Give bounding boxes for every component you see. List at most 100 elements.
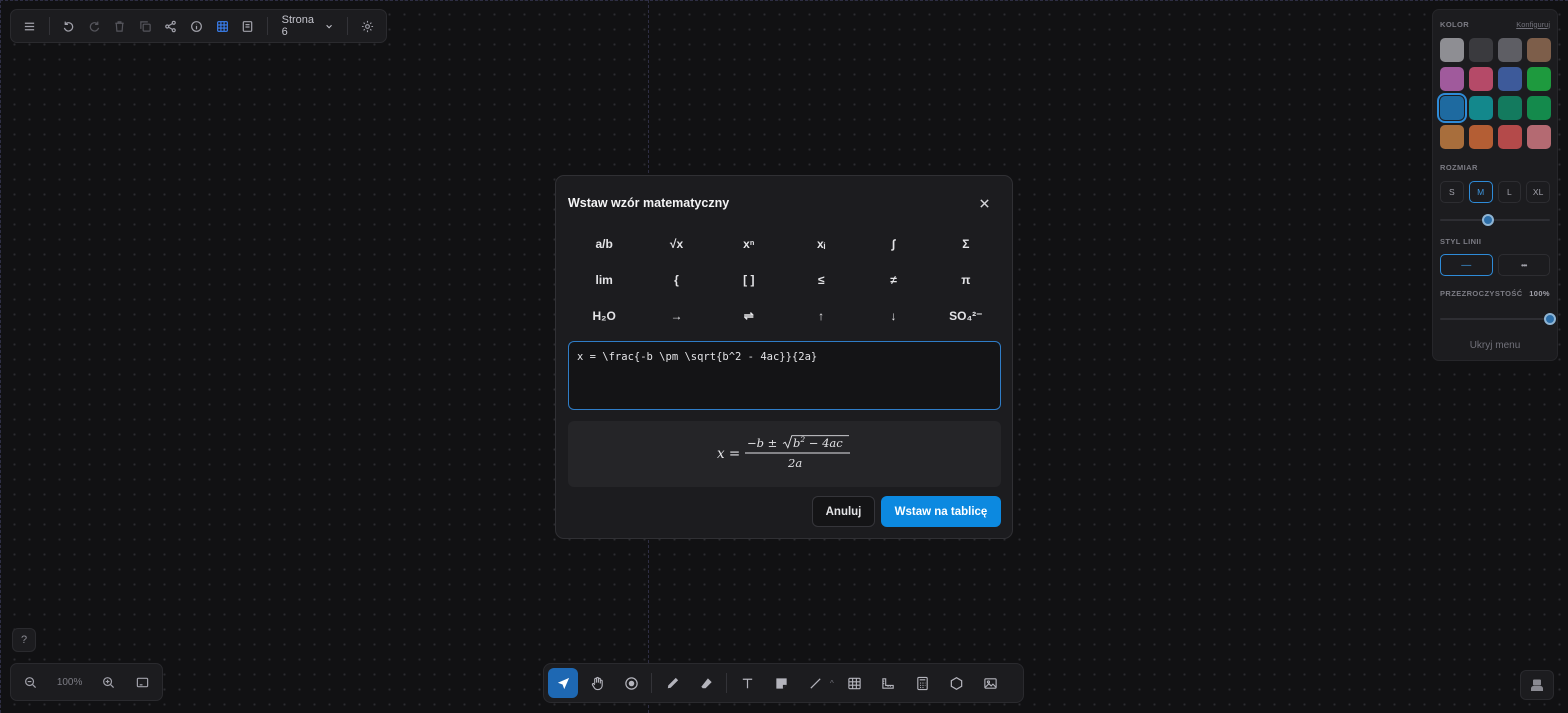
color-swatch[interactable] bbox=[1440, 67, 1464, 91]
symbol-button[interactable]: Σ bbox=[930, 226, 1002, 262]
line-style-solid-label: — bbox=[1461, 259, 1472, 271]
symbol-button[interactable]: ≤ bbox=[785, 262, 857, 298]
collaborators-avatar[interactable] bbox=[1520, 670, 1554, 700]
symbol-button[interactable]: ∫ bbox=[857, 226, 929, 262]
color-swatch[interactable] bbox=[1469, 67, 1493, 91]
color-swatch[interactable] bbox=[1437, 93, 1467, 123]
color-swatch[interactable] bbox=[1440, 38, 1464, 62]
insert-button[interactable]: Wstaw na tablicę bbox=[881, 496, 1001, 527]
dialog-title: Wstaw wzór matematyczny bbox=[568, 196, 730, 210]
sticky-note-icon[interactable] bbox=[766, 668, 796, 698]
close-icon[interactable] bbox=[974, 193, 994, 213]
symbol-button[interactable]: H₂O bbox=[568, 298, 640, 334]
opacity-slider-thumb[interactable] bbox=[1544, 313, 1556, 325]
formula-numerator-left: −b ± bbox=[747, 436, 777, 450]
size-option-l[interactable]: L bbox=[1497, 181, 1522, 203]
symbol-button[interactable]: → bbox=[640, 298, 712, 334]
latex-input[interactable] bbox=[568, 341, 1001, 410]
toolbar-divider bbox=[266, 17, 268, 35]
hide-menu-button[interactable]: Ukryj menu bbox=[1440, 340, 1550, 351]
menu-icon[interactable] bbox=[17, 12, 43, 40]
size-slider-thumb[interactable] bbox=[1482, 214, 1495, 226]
color-swatch[interactable] bbox=[1498, 96, 1522, 120]
symbol-button[interactable]: xⁿ bbox=[713, 226, 785, 262]
image-tool-icon[interactable] bbox=[976, 668, 1006, 698]
formula-lhs: x = bbox=[717, 446, 740, 462]
symbol-button[interactable]: a/b bbox=[568, 226, 640, 262]
radicand-base: b bbox=[793, 436, 800, 450]
laser-tool-icon[interactable] bbox=[616, 668, 646, 698]
page-select[interactable]: Strona 6 bbox=[274, 14, 342, 38]
color-swatch[interactable] bbox=[1469, 38, 1493, 62]
symbol-button[interactable]: ⇌ bbox=[713, 298, 785, 334]
size-option-xl[interactable]: XL bbox=[1526, 181, 1550, 203]
zoom-out-icon[interactable] bbox=[17, 668, 45, 696]
toolbar-divider bbox=[347, 17, 349, 35]
color-swatch[interactable] bbox=[1527, 67, 1551, 91]
duplicate-icon[interactable] bbox=[132, 12, 158, 40]
size-options: S M L XL bbox=[1440, 181, 1550, 203]
settings-gear-icon[interactable] bbox=[354, 12, 380, 40]
color-swatches bbox=[1437, 38, 1551, 149]
undo-icon[interactable] bbox=[56, 12, 82, 40]
table-tool-icon[interactable] bbox=[840, 668, 870, 698]
symbol-button[interactable]: ↓ bbox=[857, 298, 929, 334]
size-option-m[interactable]: M bbox=[1468, 181, 1493, 203]
color-swatch[interactable] bbox=[1498, 67, 1522, 91]
symbol-button[interactable]: ≠ bbox=[857, 262, 929, 298]
configure-link[interactable]: Konfiguruj bbox=[1516, 20, 1550, 29]
color-swatch[interactable] bbox=[1469, 96, 1493, 120]
chevron-down-icon bbox=[326, 24, 333, 28]
symbol-button[interactable]: [ ] bbox=[713, 262, 785, 298]
zoom-bar: 100% bbox=[10, 663, 163, 701]
toolbar-divider bbox=[726, 673, 727, 693]
formula-preview: x = −b ± b2 − 4ac 2a bbox=[568, 421, 1001, 487]
redo-icon[interactable] bbox=[81, 12, 107, 40]
math-formula-dialog: Wstaw wzór matematyczny a/b √x xⁿ xᵢ ∫ Σlim{[… bbox=[555, 175, 1013, 539]
shape-tool-icon[interactable] bbox=[942, 668, 972, 698]
chevron-up-icon[interactable]: ^ bbox=[830, 679, 834, 688]
line-style-dotted-button[interactable]: ••• bbox=[1497, 254, 1550, 276]
color-swatch[interactable] bbox=[1440, 125, 1464, 149]
cancel-button[interactable]: Anuluj bbox=[812, 496, 875, 527]
zoom-in-icon[interactable] bbox=[94, 668, 122, 696]
color-swatch[interactable] bbox=[1527, 38, 1551, 62]
symbol-button[interactable]: √x bbox=[640, 226, 712, 262]
symbol-button[interactable]: ↑ bbox=[785, 298, 857, 334]
text-tool-icon[interactable] bbox=[732, 668, 762, 698]
help-button[interactable]: ? bbox=[12, 628, 36, 652]
share-icon[interactable] bbox=[158, 12, 184, 40]
symbol-button[interactable]: { bbox=[640, 262, 712, 298]
size-slider[interactable] bbox=[1440, 213, 1550, 227]
size-option-s[interactable]: S bbox=[1440, 181, 1464, 203]
radicand-rest: − 4ac bbox=[805, 436, 843, 450]
grid-icon[interactable] bbox=[209, 12, 235, 40]
ruler-tool-icon[interactable] bbox=[874, 668, 904, 698]
opacity-section-label: PRZEZROCZYSTOŚĆ bbox=[1440, 288, 1523, 298]
color-swatch[interactable] bbox=[1498, 38, 1522, 62]
symbol-button[interactable]: π bbox=[930, 262, 1002, 298]
eraser-tool-icon[interactable] bbox=[691, 668, 721, 698]
line-tool-icon[interactable] bbox=[800, 668, 830, 698]
color-swatch[interactable] bbox=[1498, 125, 1522, 149]
calculator-tool-icon[interactable] bbox=[908, 668, 938, 698]
pen-tool-icon[interactable] bbox=[657, 668, 687, 698]
notes-icon[interactable] bbox=[235, 12, 261, 40]
line-style-solid-button[interactable]: — bbox=[1440, 254, 1493, 276]
opacity-slider[interactable] bbox=[1440, 312, 1556, 326]
symbol-button[interactable]: lim bbox=[568, 262, 640, 298]
color-swatch[interactable] bbox=[1469, 125, 1493, 149]
toolbar-divider bbox=[48, 17, 50, 35]
symbol-button[interactable]: SO₄²⁻ bbox=[930, 298, 1002, 334]
formula-radicand: b2 − 4ac bbox=[793, 435, 843, 450]
line-style-section-label: STYL LINII bbox=[1440, 236, 1482, 246]
select-tool-icon[interactable] bbox=[548, 668, 578, 698]
fit-screen-icon[interactable] bbox=[128, 668, 156, 696]
color-swatch[interactable] bbox=[1527, 96, 1551, 120]
hand-tool-icon[interactable] bbox=[582, 668, 612, 698]
color-swatch[interactable] bbox=[1527, 125, 1551, 149]
info-icon[interactable] bbox=[184, 12, 210, 40]
trash-icon[interactable] bbox=[107, 12, 133, 40]
canvas-guide-left bbox=[0, 0, 1, 713]
symbol-button[interactable]: xᵢ bbox=[785, 226, 857, 262]
